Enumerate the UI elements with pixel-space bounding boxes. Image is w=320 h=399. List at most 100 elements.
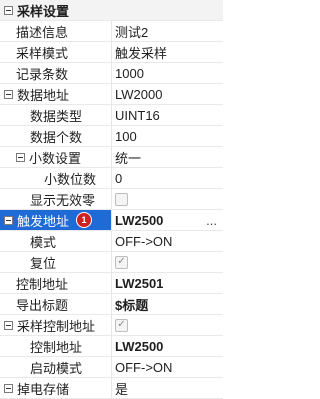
- row-xiaoshu-weishu-value[interactable]: 0: [115, 168, 122, 188]
- collapse-icon[interactable]: [4, 383, 13, 393]
- row-daochu-biaoti-label: 导出标题: [16, 297, 69, 313]
- row-chufa-dizhi[interactable]: 触发地址 1 LW2500 ...: [0, 210, 223, 231]
- row-xianshi-wuxiaoling-value[interactable]: [115, 189, 128, 209]
- collapse-icon[interactable]: [4, 320, 13, 330]
- row-caiyang-shezhi-name[interactable]: 采样设置: [0, 0, 111, 20]
- row-caiyang-moshi[interactable]: 采样模式 触发采样: [0, 42, 223, 63]
- row-shuju-geshu-value[interactable]: 100: [115, 126, 137, 146]
- column-divider: [111, 294, 112, 314]
- row-kongzhi-dizhi-name: 控制地址: [0, 273, 111, 293]
- row-qidong-moshi-label: 启动模式: [30, 360, 83, 376]
- row-kongzhi-dizhi-2-label: 控制地址: [30, 339, 83, 355]
- checkbox-checked[interactable]: ✓: [115, 318, 128, 332]
- row-caiyang-kongzhi-dizhi-label: 采样控制地址: [17, 318, 96, 334]
- row-moshi-value[interactable]: OFF->ON: [115, 231, 172, 251]
- row-xiaoshu-weishu-name: 小数位数: [0, 168, 111, 188]
- row-chufa-dizhi-value[interactable]: LW2500: [115, 210, 163, 230]
- row-diaodian-cunchu-label: 掉电存储: [17, 381, 70, 397]
- row-daochu-biaoti-value[interactable]: $标题: [115, 294, 148, 314]
- row-caiyang-moshi-value[interactable]: 触发采样: [115, 42, 167, 62]
- row-chufa-dizhi-name[interactable]: 触发地址 1: [0, 210, 111, 230]
- row-xiaoshu-shezhi-label: 小数设置: [29, 150, 82, 166]
- column-divider: [111, 357, 112, 377]
- row-caiyang-moshi-name: 采样模式: [0, 42, 111, 62]
- row-daochu-biaoti[interactable]: 导出标题 $标题: [0, 294, 223, 315]
- row-caiyang-kongzhi-dizhi-name[interactable]: 采样控制地址: [0, 315, 111, 335]
- row-shuju-dizhi[interactable]: 数据地址 LW2000: [0, 84, 223, 105]
- collapse-icon[interactable]: [4, 89, 13, 99]
- row-xianshi-wuxiaoling-label: 显示无效零: [30, 192, 96, 208]
- row-xianshi-wuxiaoling[interactable]: 显示无效零: [0, 189, 223, 210]
- column-divider: [111, 315, 112, 335]
- row-caiyang-shezhi-label: 采样设置: [17, 3, 70, 19]
- row-diaodian-cunchu-name[interactable]: 掉电存储: [0, 378, 111, 398]
- row-caiyang-kongzhi-dizhi-value[interactable]: ✓: [115, 315, 128, 335]
- collapse-icon[interactable]: [16, 152, 25, 162]
- row-jilu-tiaoshu-value[interactable]: 1000: [115, 63, 144, 83]
- row-xiaoshu-shezhi[interactable]: 小数设置 统一: [0, 147, 223, 168]
- row-xiaoshu-shezhi-value[interactable]: 统一: [115, 147, 141, 167]
- row-miaoshu-xinxi-value[interactable]: 测试2: [115, 21, 148, 41]
- row-fuwei-label: 复位: [30, 255, 57, 271]
- row-shuju-geshu-label: 数据个数: [30, 129, 83, 145]
- row-fuwei-name: 复位: [0, 252, 111, 272]
- row-qidong-moshi[interactable]: 启动模式 OFF->ON: [0, 357, 223, 378]
- row-moshi-name: 模式: [0, 231, 111, 251]
- row-fuwei[interactable]: 复位 ✓: [0, 252, 223, 273]
- row-shuju-dizhi-label: 数据地址: [17, 87, 70, 103]
- column-divider: [111, 126, 112, 146]
- row-kongzhi-dizhi[interactable]: 控制地址 LW2501: [0, 273, 223, 294]
- row-miaoshu-xinxi-label: 描述信息: [16, 24, 69, 40]
- column-divider: [111, 63, 112, 83]
- column-divider: [111, 336, 112, 356]
- row-daochu-biaoti-name: 导出标题: [0, 294, 111, 314]
- column-divider: [111, 231, 112, 251]
- row-qidong-moshi-value[interactable]: OFF->ON: [115, 357, 172, 377]
- row-qidong-moshi-name: 启动模式: [0, 357, 111, 377]
- collapse-icon[interactable]: [4, 215, 13, 225]
- collapse-icon[interactable]: [4, 5, 13, 15]
- row-jilu-tiaoshu[interactable]: 记录条数 1000: [0, 63, 223, 84]
- property-grid: 采样设置 描述信息 测试2 采样模式 触发采样 记录条数 1000 数据地址 L…: [0, 0, 223, 399]
- column-divider: [111, 273, 112, 293]
- row-kongzhi-dizhi-2[interactable]: 控制地址 LW2500: [0, 336, 223, 357]
- row-kongzhi-dizhi-2-name: 控制地址: [0, 336, 111, 356]
- row-moshi-label: 模式: [30, 234, 57, 250]
- row-caiyang-shezhi[interactable]: 采样设置: [0, 0, 223, 21]
- error-badge: 1: [77, 213, 92, 227]
- row-jilu-tiaoshu-label: 记录条数: [16, 66, 69, 82]
- row-diaodian-cunchu-value[interactable]: 是: [115, 378, 128, 398]
- row-miaoshu-xinxi[interactable]: 描述信息 测试2: [0, 21, 223, 42]
- row-shuju-dizhi-value[interactable]: LW2000: [115, 84, 162, 104]
- row-shuju-leixing-label: 数据类型: [30, 108, 83, 124]
- row-fuwei-value[interactable]: ✓: [115, 252, 128, 272]
- row-shuju-leixing[interactable]: 数据类型 UINT16: [0, 105, 223, 126]
- checkbox-unchecked[interactable]: [115, 192, 128, 206]
- row-moshi[interactable]: 模式 OFF->ON: [0, 231, 223, 252]
- row-shuju-dizhi-name[interactable]: 数据地址: [0, 84, 111, 104]
- row-miaoshu-xinxi-name: 描述信息: [0, 21, 111, 41]
- row-xiaoshu-weishu[interactable]: 小数位数 0: [0, 168, 223, 189]
- row-jilu-tiaoshu-name: 记录条数: [0, 63, 111, 83]
- column-divider: [111, 189, 112, 209]
- column-divider: [111, 252, 112, 272]
- column-divider: [111, 147, 112, 167]
- column-divider: [111, 21, 112, 41]
- row-kongzhi-dizhi-value[interactable]: LW2501: [115, 273, 163, 293]
- row-chufa-dizhi-label: 触发地址: [17, 213, 70, 229]
- row-caiyang-kongzhi-dizhi[interactable]: 采样控制地址 ✓: [0, 315, 223, 336]
- row-xianshi-wuxiaoling-name: 显示无效零: [0, 189, 111, 209]
- checkbox-checked[interactable]: ✓: [115, 255, 128, 269]
- column-divider: [111, 378, 112, 398]
- row-shuju-geshu[interactable]: 数据个数 100: [0, 126, 223, 147]
- row-xiaoshu-shezhi-name[interactable]: 小数设置: [0, 147, 111, 167]
- column-divider: [111, 84, 112, 104]
- column-divider: [111, 168, 112, 188]
- row-kongzhi-dizhi-2-value[interactable]: LW2500: [115, 336, 163, 356]
- column-divider: [111, 210, 112, 230]
- row-shuju-leixing-value[interactable]: UINT16: [115, 105, 160, 125]
- row-diaodian-cunchu[interactable]: 掉电存储 是: [0, 378, 223, 399]
- column-divider: [111, 105, 112, 125]
- browse-button[interactable]: ...: [206, 210, 217, 230]
- row-caiyang-moshi-label: 采样模式: [16, 45, 69, 61]
